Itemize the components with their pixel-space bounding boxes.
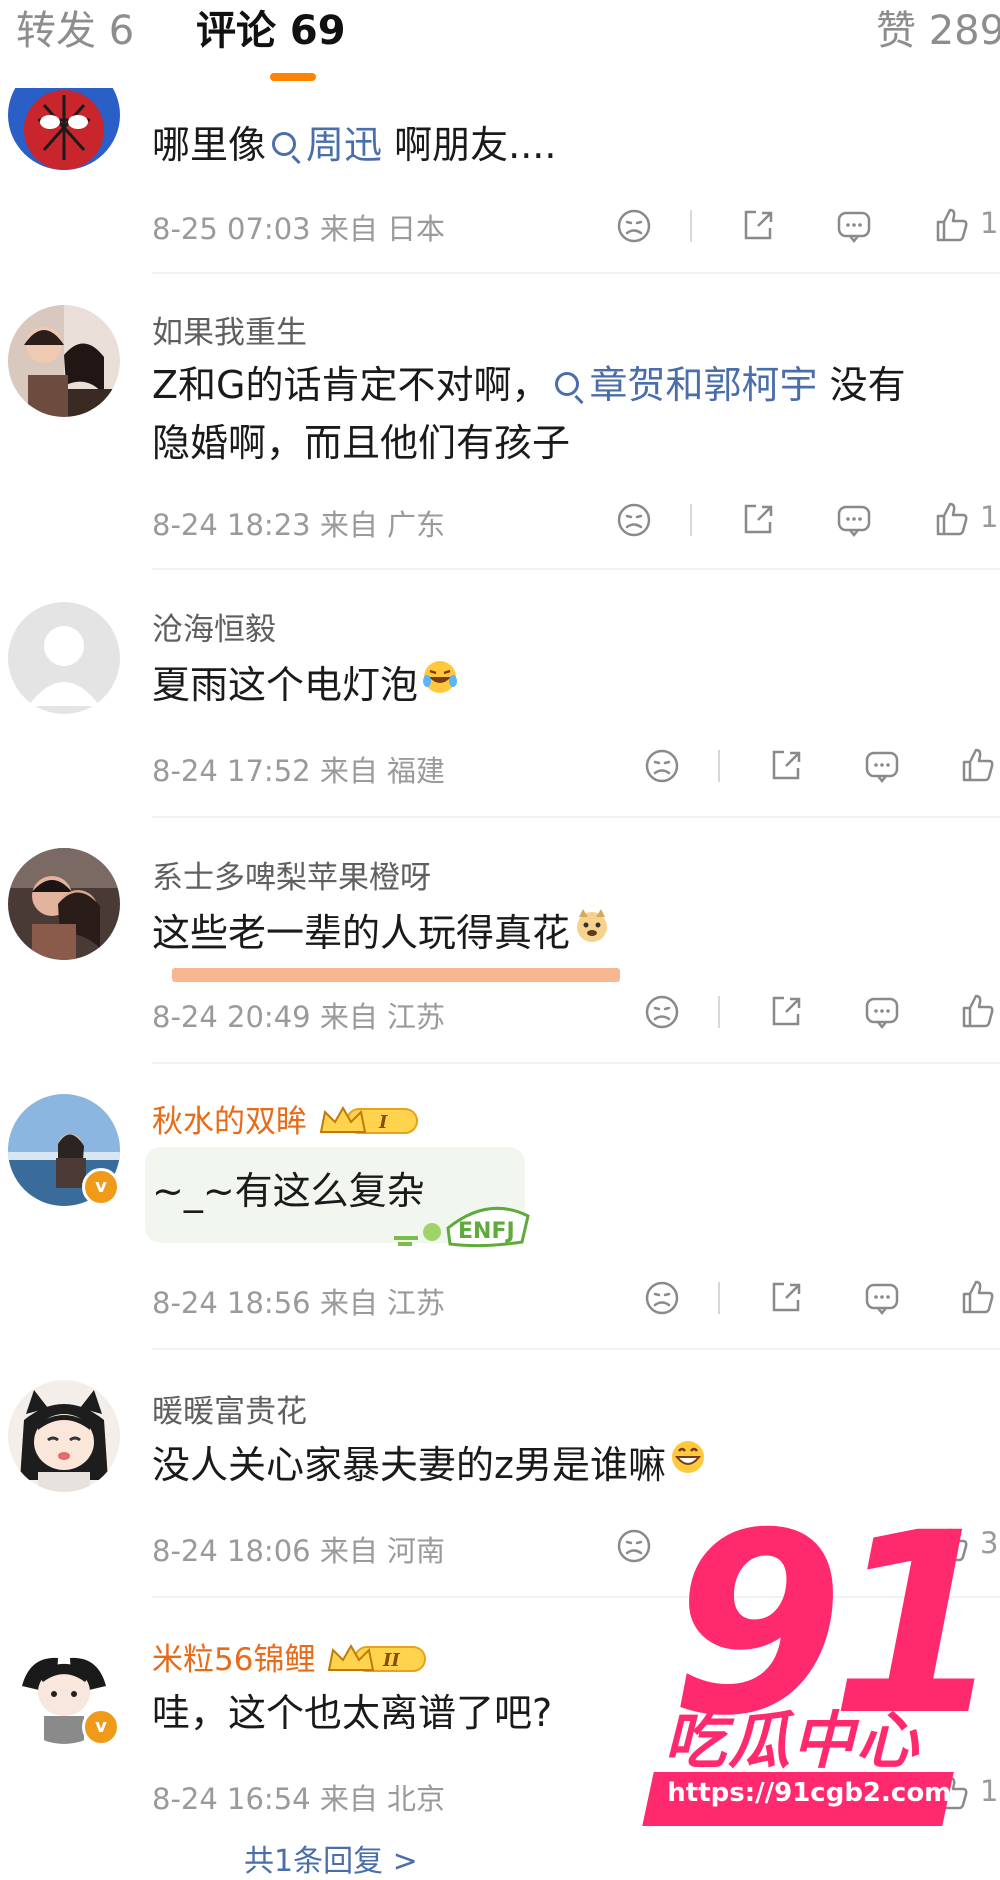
reply-icon[interactable] <box>860 990 904 1034</box>
like-count: 1 <box>980 500 999 534</box>
share-icon[interactable] <box>764 990 808 1034</box>
verified-badge-icon: v <box>82 1168 120 1206</box>
like-icon[interactable] <box>956 1276 1000 1320</box>
text-highlight <box>172 968 620 982</box>
topic-link[interactable]: 周迅 <box>266 123 382 167</box>
comment-author[interactable]: 系士多啤梨苹果橙呀 <box>152 852 431 897</box>
divider <box>152 1062 1000 1064</box>
like-icon[interactable] <box>956 744 1000 788</box>
tab-reposts[interactable]: 转发 6 <box>16 4 134 58</box>
vip-crown-icon: II <box>325 1642 431 1676</box>
comment-text: 哪里像 周迅 啊朋友.... <box>152 123 557 167</box>
comment-meta: 8-24 18:56 来自 江苏 <box>152 1286 446 1320</box>
comment-meta: 8-24 18:23 来自 广东 <box>152 508 446 542</box>
avatar[interactable] <box>8 848 120 960</box>
dislike-icon[interactable] <box>612 498 656 542</box>
watermark-url: https://91cgb2.com <box>667 1778 952 1808</box>
vip-level: II <box>382 1650 400 1671</box>
sticker-text: ENFJ <box>458 1219 515 1244</box>
divider <box>152 568 1000 570</box>
comment-meta: 8-24 16:54 来自 北京 <box>152 1782 446 1816</box>
divider <box>152 816 1000 818</box>
like-icon[interactable] <box>930 204 974 248</box>
dislike-icon[interactable] <box>640 990 684 1034</box>
avatar[interactable] <box>8 1380 120 1492</box>
verified-badge-icon: v <box>82 1708 120 1746</box>
comment-actions <box>640 990 1000 1034</box>
comment-text: 哇，这个也太离谱了吧? <box>152 1691 553 1735</box>
more-replies-link[interactable]: 共1条回复 > <box>244 1836 418 1880</box>
divider <box>690 504 692 536</box>
topic-link[interactable]: 章贺和郭柯宇 <box>549 363 818 407</box>
divider <box>152 1348 1000 1350</box>
comment-meta: 8-24 20:49 来自 江苏 <box>152 1000 446 1034</box>
dislike-icon[interactable] <box>612 204 656 248</box>
comment-actions: 1 <box>612 204 1000 248</box>
search-icon <box>272 131 297 156</box>
comment-text: 夏雨这个电灯泡 <box>152 656 460 717</box>
share-icon[interactable] <box>736 204 780 248</box>
divider <box>718 1282 720 1314</box>
comment-actions <box>640 1276 1000 1320</box>
comment-author[interactable]: 暖暖富贵花 <box>152 1386 307 1431</box>
comment-author[interactable]: 米粒56锦鲤 II <box>152 1634 431 1679</box>
comment-meta: 8-25 07:03 来自 日本 <box>152 212 446 246</box>
comment-author[interactable]: 如果我重生 <box>152 307 307 352</box>
watermark-logo: 91 吃瓜中心 https://91cgb2.com <box>640 1500 1000 1850</box>
enfj-sticker: ENFJ <box>388 1186 538 1260</box>
avatar[interactable] <box>8 305 120 417</box>
comment-text: 没人关心家暴夫妻的z男是谁嘛 <box>152 1436 708 1497</box>
comment-author[interactable]: 沧海恒毅 <box>152 604 276 649</box>
watermark-title: 吃瓜中心 <box>664 1704 921 1777</box>
divider <box>690 210 692 242</box>
laugh-cry-emoji-icon <box>420 655 460 713</box>
share-icon[interactable] <box>764 1276 808 1320</box>
comment-actions: 1 <box>612 498 1000 542</box>
comment-author[interactable]: 秋水的双眸 I <box>152 1096 423 1141</box>
comment-text: ~_~有这么复杂 <box>152 1169 425 1213</box>
comment-actions <box>640 744 1000 788</box>
like-icon[interactable] <box>956 990 1000 1034</box>
dislike-icon[interactable] <box>640 1276 684 1320</box>
like-icon[interactable] <box>930 498 974 542</box>
active-tab-indicator <box>270 73 316 81</box>
comment-meta: 8-24 18:06 来自 河南 <box>152 1534 446 1568</box>
comment-meta: 8-24 17:52 来自 福建 <box>152 754 446 788</box>
reply-icon[interactable] <box>860 744 904 788</box>
divider <box>152 272 1000 274</box>
share-icon[interactable] <box>764 744 808 788</box>
reply-icon[interactable] <box>832 204 876 248</box>
vip-crown-icon: I <box>317 1104 423 1138</box>
search-icon <box>555 371 580 396</box>
share-icon[interactable] <box>736 498 780 542</box>
divider <box>718 996 720 1028</box>
doge-emoji-icon <box>572 903 612 961</box>
reply-icon[interactable] <box>832 498 876 542</box>
avatar[interactable] <box>8 602 120 714</box>
divider <box>718 750 720 782</box>
reply-icon[interactable] <box>860 1276 904 1320</box>
comment-text: 这些老一辈的人玩得真花 <box>152 904 612 965</box>
dislike-icon[interactable] <box>640 744 684 788</box>
tab-likes[interactable]: 赞 289 <box>876 4 1000 58</box>
comment-tabs-bar: 转发 6 评论 69 赞 289 <box>0 0 1000 88</box>
comment-text: Z和G的话肯定不对啊， 章贺和郭柯宇 没有 <box>152 363 906 407</box>
like-count: 1 <box>980 206 999 240</box>
like-count: 1 <box>980 1774 999 1808</box>
vip-level: I <box>378 1112 388 1133</box>
watermark-url-banner: https://91cgb2.com <box>642 1772 954 1826</box>
tab-comments[interactable]: 评论 69 <box>196 4 346 58</box>
comment-text-line2: 隐婚啊，而且他们有孩子 <box>152 421 571 465</box>
